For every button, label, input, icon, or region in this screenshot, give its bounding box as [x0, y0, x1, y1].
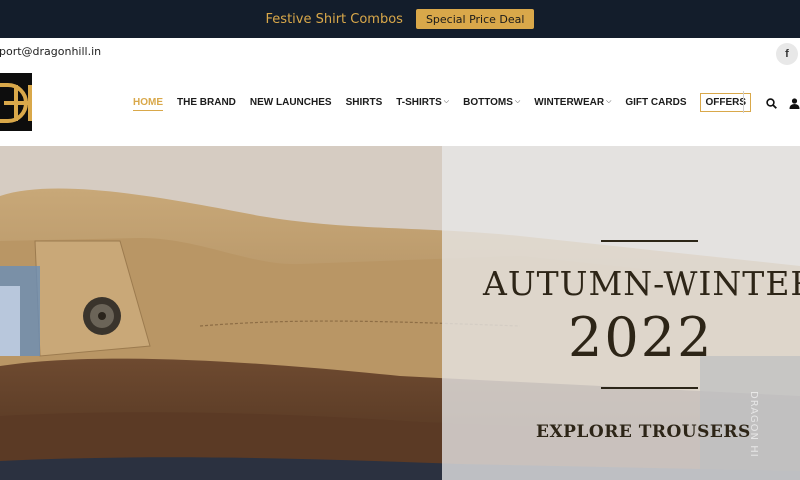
facebook-icon[interactable]: f — [776, 43, 798, 65]
hero-year: 2022 — [568, 306, 714, 369]
nav-home-label: HOME — [133, 96, 163, 108]
nav-home[interactable]: HOME — [133, 91, 163, 113]
explore-trousers-link[interactable]: EXPLORE TROUSERS — [536, 422, 751, 442]
logo-icon[interactable] — [0, 73, 32, 131]
brand-label-vertical: DRAGON HI — [748, 391, 759, 458]
nav-winterwear[interactable]: WINTERWEAR ⌵ — [534, 91, 611, 113]
hero-rule-top — [601, 240, 698, 242]
announcement-text: Festive Shirt Combos — [265, 11, 403, 27]
nav-the-brand[interactable]: THE BRAND — [177, 91, 236, 113]
nav-shirts[interactable]: SHIRTS — [346, 91, 383, 113]
nav-t-shirts-label: T-SHIRTS — [396, 96, 442, 108]
user-icon[interactable] — [789, 96, 800, 114]
chevron-down-icon: ⌵ — [514, 98, 521, 105]
nav-shirts-label: SHIRTS — [345, 96, 383, 108]
hero-title: AUTUMN-WINTER — [483, 264, 800, 303]
contact-email[interactable]: pport@dragonhill.in — [0, 45, 101, 58]
nav-bottoms-label: BOTTOMS — [463, 96, 513, 108]
nav-winterwear-label: WINTERWEAR — [534, 96, 605, 108]
main-nav: HOME THE BRAND NEW LAUNCHES SHIRTS T-SHI… — [133, 91, 765, 113]
header-divider — [743, 91, 744, 113]
nav-new-launches[interactable]: NEW LAUNCHES — [250, 91, 332, 113]
nav-the-brand-label: THE BRAND — [177, 96, 236, 108]
hero-banner[interactable]: AUTUMN-WINTER 2022 EXPLORE TROUSERS DRAG… — [0, 146, 800, 480]
search-icon[interactable] — [766, 96, 777, 114]
chevron-down-icon: ⌵ — [443, 98, 450, 105]
nav-gift-cards[interactable]: GIFT CARDS — [625, 91, 686, 113]
chevron-down-icon: ⌵ — [606, 98, 612, 105]
special-price-deal-button[interactable]: Special Price Deal — [415, 9, 535, 29]
nav-gift-cards-label: GIFT CARDS — [625, 96, 687, 108]
nav-offers-label: OFFERS — [705, 96, 747, 108]
nav-t-shirts[interactable]: T-SHIRTS ⌵ — [396, 91, 449, 113]
nav-new-launches-label: NEW LAUNCHES — [249, 96, 332, 108]
announcement-bar: Festive Shirt Combos Special Price Deal — [0, 0, 800, 38]
nav-bottoms[interactable]: BOTTOMS ⌵ — [463, 91, 520, 113]
hero-rule-bottom — [601, 387, 698, 389]
